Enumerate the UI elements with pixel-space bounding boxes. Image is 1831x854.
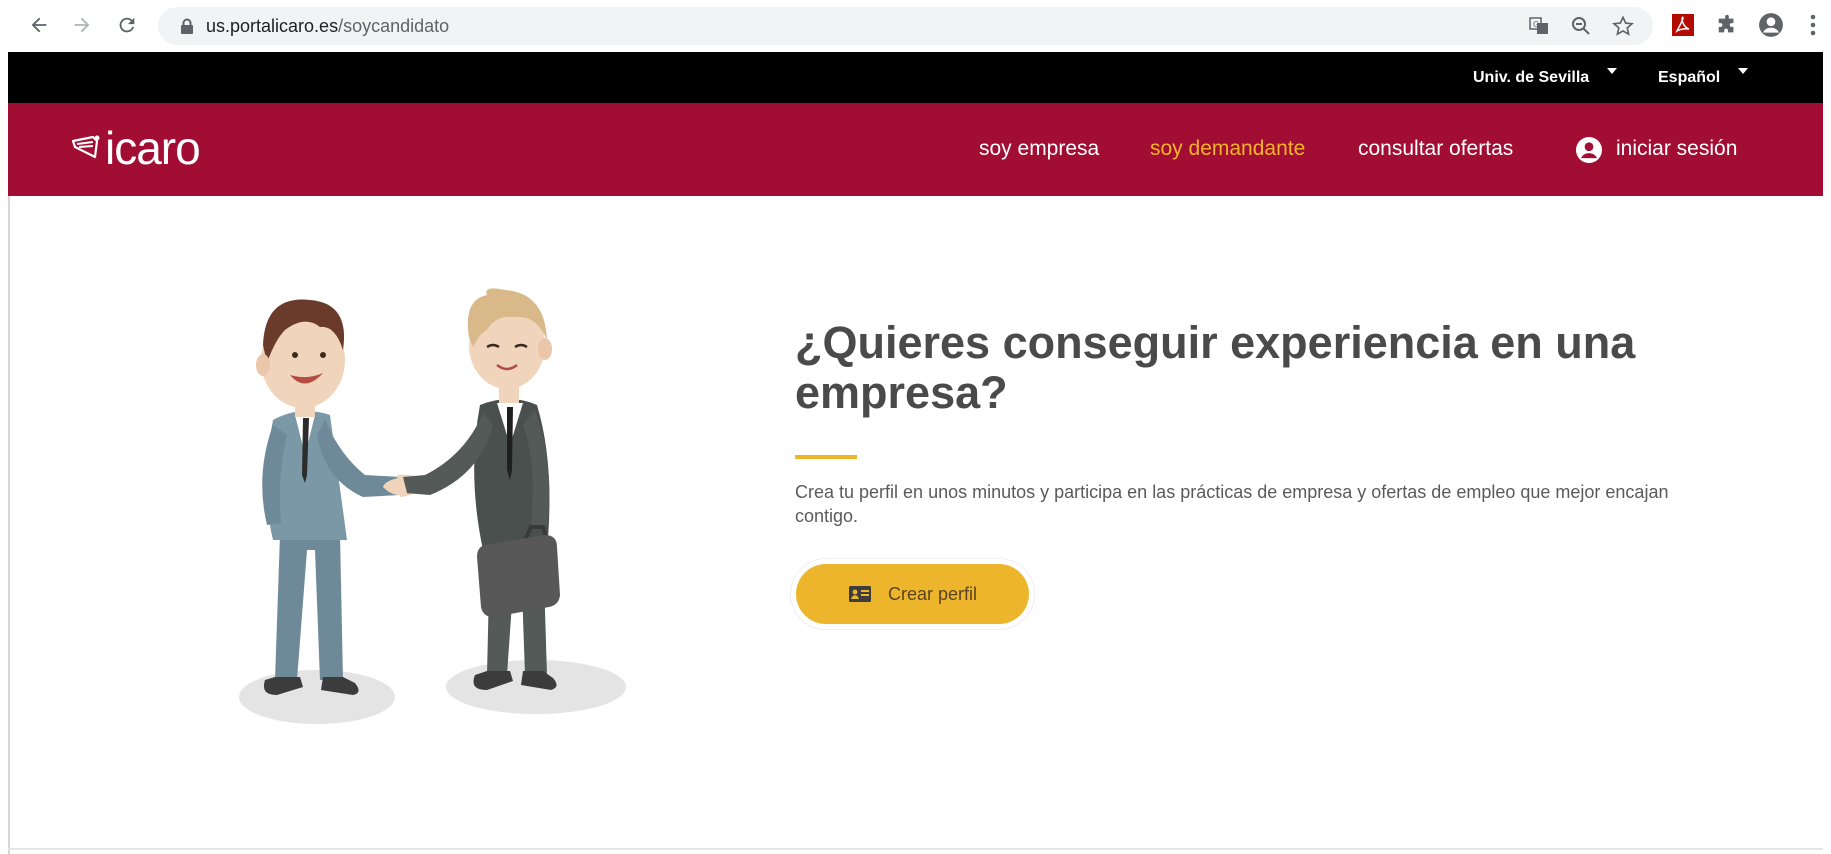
translate-icon[interactable]: G — [1528, 15, 1550, 37]
logo-text: icaro — [105, 122, 201, 174]
forward-arrow-icon[interactable] — [67, 10, 97, 40]
crear-perfil-label: Crear perfil — [887, 583, 978, 604]
star-icon[interactable] — [1612, 15, 1634, 37]
cta-wrapper: Crear perfil — [790, 558, 1035, 630]
more-vert-icon[interactable] — [1800, 12, 1826, 38]
back-arrow-icon[interactable] — [24, 10, 54, 40]
zoom-icon[interactable] — [1570, 15, 1592, 37]
nav-consultar-ofertas[interactable]: consultar ofertas — [1358, 137, 1513, 161]
site-header: icaro soy empresa soy demandante consult… — [8, 103, 1823, 196]
crear-perfil-button[interactable]: Crear perfil — [796, 564, 1029, 624]
site-logo[interactable]: icaro — [71, 121, 201, 175]
address-bar[interactable]: us.portalicaro.es/soycandidato G — [158, 7, 1653, 45]
language-label: Español — [1658, 69, 1721, 86]
page-bottom-border — [8, 848, 1823, 850]
url-path: /soycandidato — [338, 16, 450, 36]
nav-soy-empresa[interactable]: soy empresa — [979, 137, 1099, 161]
svg-text:G: G — [1533, 20, 1539, 29]
puzzle-icon[interactable] — [1714, 12, 1740, 38]
url-domain: us.portalicaro.es — [206, 16, 339, 36]
id-card-icon — [848, 586, 871, 602]
university-selector[interactable]: Univ. de Sevilla — [1473, 68, 1618, 87]
top-utility-bar: Univ. de Sevilla Español — [8, 52, 1823, 103]
language-selector[interactable]: Español — [1658, 68, 1749, 87]
user-icon[interactable] — [1576, 137, 1602, 163]
hero-title: ¿Quieres conseguir experiencia en una em… — [795, 317, 1636, 418]
nav-iniciar-sesion[interactable]: iniciar sesión — [1616, 137, 1737, 161]
chevron-down-icon — [1607, 68, 1618, 74]
reload-icon[interactable] — [112, 10, 142, 40]
hero-description: Crea tu perfil en unos minutos y partici… — [795, 482, 1669, 526]
handshake-illustration — [239, 288, 626, 724]
browser-toolbar: us.portalicaro.es/soycandidato G — [0, 0, 1831, 52]
chevron-down-icon — [1738, 68, 1749, 74]
university-label: Univ. de Sevilla — [1473, 69, 1590, 86]
lock-icon — [180, 18, 194, 39]
pdf-extension-icon[interactable] — [1670, 12, 1696, 38]
nav-soy-demandante[interactable]: soy demandante — [1150, 137, 1305, 161]
account-icon[interactable] — [1758, 12, 1784, 38]
url-text: us.portalicaro.es/soycandidato — [206, 16, 449, 37]
title-underline — [795, 455, 857, 459]
wing-icon — [71, 135, 100, 159]
